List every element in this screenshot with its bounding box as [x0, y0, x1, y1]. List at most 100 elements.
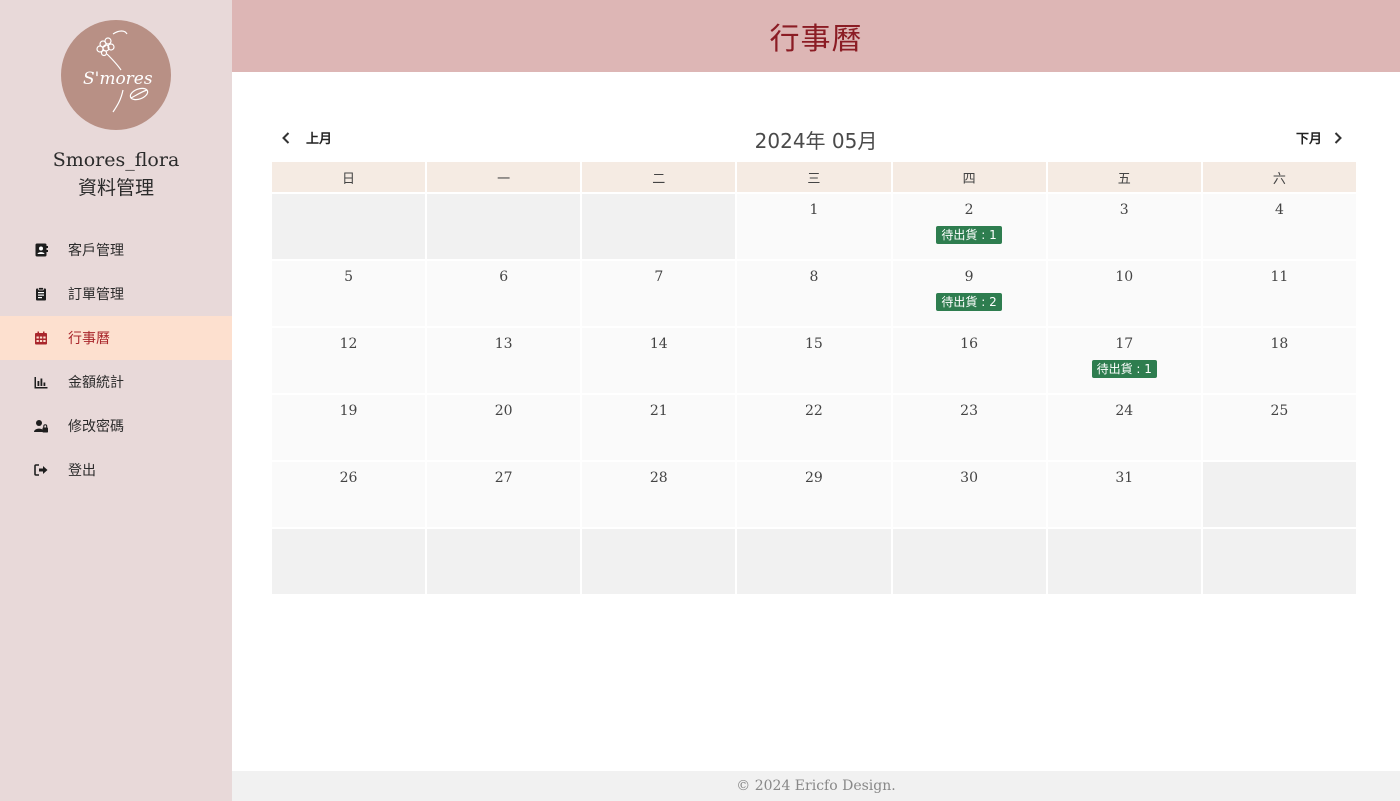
- calendar-empty-cell: [427, 529, 581, 594]
- day-number: 7: [654, 269, 664, 285]
- pending-shipment-badge[interactable]: 待出貨 : 1: [1091, 360, 1157, 378]
- calendar-week-row: 26 27 28 29 30 31: [272, 462, 1356, 527]
- calendar-day-cell[interactable]: 31: [1047, 462, 1201, 527]
- user-lock-icon: [34, 419, 48, 433]
- calendar-day-cell[interactable]: 29: [737, 462, 891, 527]
- day-number: 8: [809, 269, 819, 285]
- sidebar-item-customers[interactable]: 客戶管理: [0, 228, 232, 272]
- calendar-day-cell[interactable]: 11: [1202, 261, 1356, 326]
- calendar-day-cell[interactable]: 21: [582, 395, 736, 460]
- calendar-week-row: 5 6 7 8 9 待出貨 : 2 10 11: [272, 261, 1356, 326]
- month-title: 2024年 05月: [754, 129, 878, 153]
- brand-logo[interactable]: S'mores: [61, 20, 171, 130]
- day-number: 25: [1270, 403, 1289, 419]
- calendar-day-cell[interactable]: 17 待出貨 : 1: [1047, 328, 1201, 393]
- sidebar-item-logout[interactable]: 登出: [0, 448, 232, 492]
- weekday-sunday: 日: [272, 162, 426, 192]
- pending-shipment-badge[interactable]: 待出貨 : 2: [936, 293, 1002, 311]
- sidebar-item-label: 行事曆: [68, 331, 110, 347]
- day-number: 16: [960, 336, 978, 352]
- calendar-day-cell[interactable]: 12: [272, 328, 426, 393]
- calendar-icon: [34, 331, 48, 345]
- calendar-day-cell[interactable]: 30: [892, 462, 1046, 527]
- calendar-empty-cell: [582, 194, 736, 259]
- sidebar-item-orders[interactable]: 訂單管理: [0, 272, 232, 316]
- sidebar: S'mores Smores_flora 資料管理 客戶管理 訂單管理 行事曆: [0, 0, 232, 801]
- calendar-day-cell[interactable]: 7: [582, 261, 736, 326]
- calendar-day-cell[interactable]: 13: [427, 328, 581, 393]
- calendar-day-cell[interactable]: 22: [737, 395, 891, 460]
- calendar-day-cell[interactable]: 18: [1202, 328, 1356, 393]
- day-number: 1: [809, 202, 819, 218]
- day-number: 30: [960, 470, 978, 486]
- address-book-icon: [34, 243, 48, 257]
- sidebar-item-label: 金額統計: [68, 375, 124, 391]
- calendar-day-cell[interactable]: 20: [427, 395, 581, 460]
- sidebar-item-statistics[interactable]: 金額統計: [0, 360, 232, 404]
- calendar-day-cell[interactable]: 8: [737, 261, 891, 326]
- day-number: 26: [339, 470, 358, 486]
- day-number: 31: [1115, 470, 1134, 486]
- svg-text:S'mores: S'mores: [83, 69, 153, 89]
- page-title: 行事曆: [769, 22, 863, 57]
- calendar-empty-cell: [427, 194, 581, 259]
- calendar-navigation: 上月 2024年 05月 下月: [272, 122, 1360, 158]
- calendar-day-cell[interactable]: 9 待出貨 : 2: [892, 261, 1046, 326]
- calendar-day-cell[interactable]: 24: [1047, 395, 1201, 460]
- weekday-saturday: 六: [1202, 162, 1356, 192]
- calendar-day-cell[interactable]: 25: [1202, 395, 1356, 460]
- calendar-day-cell[interactable]: 19: [272, 395, 426, 460]
- calendar-day-cell[interactable]: 6: [427, 261, 581, 326]
- day-number: 10: [1115, 269, 1134, 285]
- calendar-day-cell[interactable]: 26: [272, 462, 426, 527]
- calendar-empty-cell: [582, 529, 736, 594]
- day-number: 2: [964, 202, 974, 218]
- calendar-week-row: 19 20 21 22 23 24 25: [272, 395, 1356, 460]
- chevron-right-icon: [1334, 131, 1342, 144]
- day-number: 24: [1115, 403, 1134, 419]
- next-month-label: 下月: [1295, 132, 1322, 147]
- day-number: 12: [339, 336, 358, 352]
- calendar-day-cell[interactable]: 14: [582, 328, 736, 393]
- bar-chart-icon: [34, 375, 48, 389]
- weekday-thursday: 四: [892, 162, 1046, 192]
- calendar-day-cell[interactable]: 28: [582, 462, 736, 527]
- copyright-text: © 2024 Ericfo Design.: [736, 778, 896, 794]
- calendar-day-cell[interactable]: 15: [737, 328, 891, 393]
- weekday-monday: 一: [427, 162, 581, 192]
- calendar-day-cell[interactable]: 16: [892, 328, 1046, 393]
- calendar-week-row: 12 13 14 15 16 17 待出貨 : 1 18: [272, 328, 1356, 393]
- calendar-day-cell[interactable]: 23: [892, 395, 1046, 460]
- brand-line-2: 資料管理: [77, 177, 154, 199]
- calendar-empty-cell: [1202, 462, 1356, 527]
- next-month-button[interactable]: 下月: [1296, 128, 1344, 147]
- day-number: 21: [649, 403, 668, 419]
- calendar-day-cell[interactable]: 3: [1047, 194, 1201, 259]
- sidebar-item-label: 訂單管理: [68, 287, 124, 303]
- sidebar-item-change-password[interactable]: 修改密碼: [0, 404, 232, 448]
- day-number: 4: [1274, 202, 1284, 218]
- sidebar-item-calendar[interactable]: 行事曆: [0, 316, 232, 360]
- calendar-empty-cell: [892, 529, 1046, 594]
- weekday-friday: 五: [1047, 162, 1201, 192]
- brand-name: Smores_flora 資料管理: [0, 146, 232, 202]
- pending-shipment-badge[interactable]: 待出貨 : 1: [936, 226, 1002, 244]
- sidebar-nav: 客戶管理 訂單管理 行事曆 金額統計 修改密碼 登出: [0, 228, 232, 492]
- day-number: 6: [499, 269, 509, 285]
- calendar-empty-cell: [272, 194, 426, 259]
- day-number: 27: [494, 470, 513, 486]
- calendar-day-cell[interactable]: 1: [737, 194, 891, 259]
- day-number: 19: [339, 403, 358, 419]
- calendar-day-cell[interactable]: 2 待出貨 : 1: [892, 194, 1046, 259]
- calendar-day-cell[interactable]: 5: [272, 261, 426, 326]
- day-number: 11: [1270, 269, 1289, 285]
- brand-line-1: Smores_flora: [52, 149, 180, 171]
- calendar-day-cell[interactable]: 27: [427, 462, 581, 527]
- day-number: 17: [1115, 336, 1134, 352]
- day-number: 23: [960, 403, 978, 419]
- clipboard-icon: [34, 287, 48, 301]
- calendar-day-cell[interactable]: 4: [1202, 194, 1356, 259]
- calendar-day-cell[interactable]: 10: [1047, 261, 1201, 326]
- day-number: 18: [1270, 336, 1289, 352]
- day-number: 13: [494, 336, 513, 352]
